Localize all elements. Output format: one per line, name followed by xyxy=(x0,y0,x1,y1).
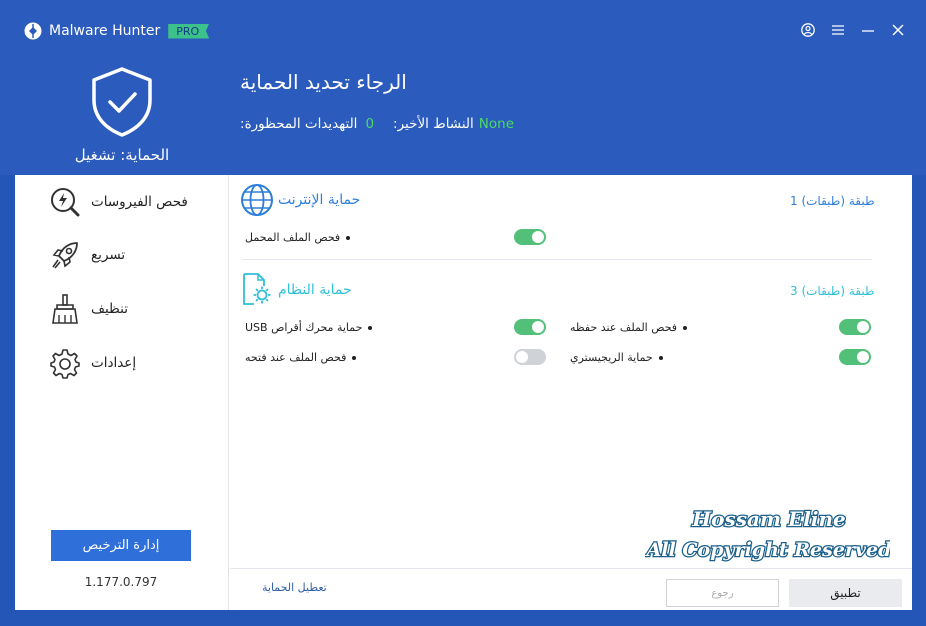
rocket-icon xyxy=(52,242,78,269)
broom-icon xyxy=(52,294,78,324)
app-logo-icon xyxy=(24,22,42,40)
setting-label: فحص الملف المحمل xyxy=(245,231,341,244)
system-protection-title: حماية النظام xyxy=(278,282,352,298)
setting-scan-on-save: فحص الملف عند حفظه xyxy=(570,321,688,334)
version-label: 1.177.0.797 xyxy=(84,575,158,589)
sidebar-item-virus-scan[interactable]: فحص الفيروسات xyxy=(49,184,199,220)
close-icon xyxy=(892,24,904,36)
threats-blocked-label: :التهديدات المحظورة xyxy=(240,116,358,132)
bullet xyxy=(346,236,351,240)
title-bar: Malware Hunter PRO الحماية: تشغيل الرجاء… xyxy=(0,0,926,175)
back-button[interactable]: رجوع xyxy=(666,579,779,607)
sidebar-item-settings[interactable]: إعدادات xyxy=(49,345,199,381)
toggle-knob xyxy=(532,231,544,243)
bullet xyxy=(352,356,357,360)
menu-button[interactable] xyxy=(830,22,846,38)
toggle-knob xyxy=(532,321,544,333)
window-controls xyxy=(800,22,906,38)
globe-icon xyxy=(241,184,273,216)
sidebar-item-label: تنظيف xyxy=(91,301,128,317)
hamburger-icon xyxy=(832,25,844,35)
app-title: Malware Hunter xyxy=(49,23,161,39)
status-line: :التهديدات المحظورة 0 :النشاط الأخير Non… xyxy=(240,116,514,132)
page-title: الرجاء تحديد الحماية xyxy=(240,70,407,94)
setting-label: حماية الريجيستري xyxy=(570,351,653,364)
user-icon xyxy=(801,23,815,37)
last-activity-label: :النشاط الأخير xyxy=(393,116,474,132)
sidebar-item-speedup[interactable]: تسريع xyxy=(49,237,199,273)
registry-protection-toggle[interactable] xyxy=(839,349,871,365)
bullet xyxy=(683,326,688,330)
internet-protection-title: حماية الإنترنت xyxy=(278,192,361,208)
section-divider xyxy=(242,259,872,260)
sidebar-item-cleanup[interactable]: تنظيف xyxy=(49,291,199,327)
toggle-knob xyxy=(516,351,528,363)
watermark-line-2: All Copyright Reserved xyxy=(645,539,890,561)
system-layers-count: طبقة (طبقات) 3 xyxy=(790,284,875,298)
sidebar: فحص الفيروسات تسريع تنظيف إعدادات إدارة … xyxy=(15,175,229,610)
watermark: Hossam Eline All Copyright Reserved xyxy=(645,506,890,563)
last-activity-value: None xyxy=(478,116,515,132)
scan-on-open-toggle[interactable] xyxy=(514,349,546,365)
watermark-line-1: Hossam Eline xyxy=(691,507,846,531)
bullet xyxy=(368,326,373,330)
bullet xyxy=(658,356,663,360)
scan-on-save-toggle[interactable] xyxy=(839,319,871,335)
setting-registry-protection: حماية الريجيستري xyxy=(570,351,663,364)
account-button[interactable] xyxy=(800,22,816,38)
usb-protection-toggle[interactable] xyxy=(514,319,546,335)
scan-icon xyxy=(51,188,80,217)
internet-layers-count: طبقة (طبقات) 1 xyxy=(790,194,875,208)
setting-usb-protection: حماية محرك أقراص USB xyxy=(245,321,373,334)
footer-bar: تعطيل الحماية رجوع تطبيق xyxy=(230,568,912,610)
minimize-icon xyxy=(862,30,874,32)
sidebar-item-label: تسريع xyxy=(91,247,126,263)
sidebar-item-label: إعدادات xyxy=(91,355,137,371)
sidebar-item-label: فحص الفيروسات xyxy=(91,194,188,210)
gear-icon xyxy=(50,349,80,379)
minimize-button[interactable] xyxy=(860,22,876,38)
toggle-knob xyxy=(857,351,869,363)
disable-protection-link[interactable]: تعطيل الحماية xyxy=(262,581,327,594)
pro-badge: PRO xyxy=(168,23,210,39)
setting-scan-on-open: فحص الملف عند فتحه xyxy=(245,351,357,364)
apply-button[interactable]: تطبيق xyxy=(789,579,902,607)
protection-status: الحماية: تشغيل xyxy=(74,146,170,164)
toggle-knob xyxy=(857,321,869,333)
manage-license-button[interactable]: إدارة الترخيص xyxy=(51,530,191,561)
close-button[interactable] xyxy=(890,22,906,38)
shield-check-icon xyxy=(92,67,152,137)
setting-download-scan: فحص الملف المحمل xyxy=(245,231,351,244)
setting-label: حماية محرك أقراص USB xyxy=(245,321,363,334)
setting-label: فحص الملف عند فتحه xyxy=(245,351,347,364)
app-logo: Malware Hunter PRO xyxy=(24,22,210,40)
threats-blocked-value: 0 xyxy=(365,116,375,132)
system-file-gear-icon xyxy=(243,273,271,305)
download-scan-toggle[interactable] xyxy=(514,229,546,245)
setting-label: فحص الملف عند حفظه xyxy=(570,321,678,334)
